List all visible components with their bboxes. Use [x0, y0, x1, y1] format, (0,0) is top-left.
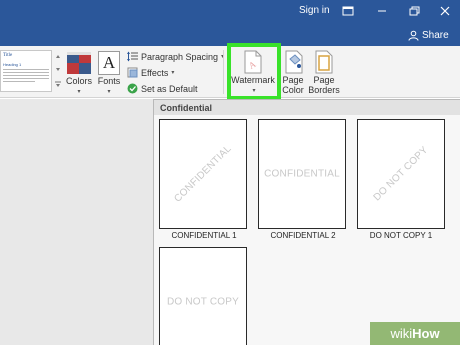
watermark-highlight-box — [227, 43, 281, 100]
ribbon-display-options-icon[interactable] — [340, 3, 356, 19]
person-icon — [408, 30, 419, 41]
checkmark-circle-icon — [127, 83, 138, 94]
watermark-option-do-not-copy-1[interactable]: DO NOT COPY — [357, 119, 445, 229]
logo-wiki-text: wiki — [390, 326, 413, 341]
watermark-preview-text: DO NOT COPY — [371, 144, 431, 204]
paragraph-spacing-button[interactable]: Paragraph Spacing ▾ — [127, 51, 224, 62]
paragraph-spacing-label: Paragraph Spacing — [141, 51, 219, 62]
watermark-option-do-not-copy-2[interactable]: DO NOT COPY — [159, 247, 247, 345]
style-thumb-title: Title — [3, 53, 13, 58]
restore-icon[interactable] — [406, 3, 422, 19]
watermark-gallery-dropdown: Confidential CONFIDENTIAL CONFIDENTIAL 1… — [153, 99, 460, 345]
share-label: Share — [422, 29, 449, 41]
style-thumb-heading: Heading 1 — [3, 62, 22, 67]
fonts-caret-icon[interactable]: ▾ — [104, 88, 114, 95]
page-color-label-1[interactable]: Page — [279, 75, 307, 85]
style-gallery-more-icon[interactable] — [54, 52, 62, 92]
colors-button-label[interactable]: Colors — [63, 76, 95, 86]
page-color-label-2[interactable]: Color — [279, 85, 307, 95]
watermark-option-label[interactable]: CONFIDENTIAL 2 — [253, 231, 353, 240]
watermark-option-confidential-1[interactable]: CONFIDENTIAL — [159, 119, 247, 229]
page-borders-label-2[interactable]: Borders — [306, 85, 342, 95]
effects-caret-icon: ▾ — [171, 70, 175, 76]
style-set-thumbnail[interactable]: Title Heading 1 — [0, 50, 52, 92]
effects-button[interactable]: Effects ▾ — [127, 67, 174, 78]
page-borders-icon[interactable] — [314, 50, 334, 74]
watermark-preview-text: DO NOT COPY — [166, 296, 240, 308]
paragraph-spacing-icon — [127, 51, 138, 62]
watermark-preview-text: CONFIDENTIAL — [264, 168, 340, 180]
wikihow-logo: wiki How — [370, 322, 460, 345]
close-icon[interactable] — [437, 3, 453, 19]
watermark-option-label[interactable]: DO NOT COPY 1 — [351, 231, 451, 240]
ribbon-divider — [223, 50, 224, 94]
fonts-icon[interactable]: A — [98, 51, 120, 75]
colors-icon[interactable] — [67, 52, 91, 74]
document-background — [0, 99, 153, 345]
effects-icon — [127, 67, 138, 78]
logo-how-text: How — [412, 326, 440, 341]
effects-label: Effects — [141, 67, 169, 78]
fonts-button-label[interactable]: Fonts — [95, 76, 123, 86]
colors-caret-icon[interactable]: ▾ — [74, 88, 84, 95]
set-as-default-label: Set as Default — [141, 83, 198, 94]
share-button[interactable]: Share — [408, 27, 454, 43]
minimize-icon[interactable] — [374, 3, 390, 19]
page-color-icon[interactable] — [284, 50, 304, 74]
watermark-preview-text: CONFIDENTIAL — [172, 143, 234, 205]
set-as-default-button[interactable]: Set as Default — [127, 83, 198, 94]
watermark-option-label[interactable]: CONFIDENTIAL 1 — [154, 231, 254, 240]
title-bar: Sign in — [0, 0, 460, 24]
watermark-option-confidential-2[interactable]: CONFIDENTIAL — [258, 119, 346, 229]
page-borders-label-1[interactable]: Page — [308, 75, 340, 85]
sign-in-link[interactable]: Sign in — [299, 5, 330, 16]
gallery-section-header: Confidential — [154, 100, 460, 115]
